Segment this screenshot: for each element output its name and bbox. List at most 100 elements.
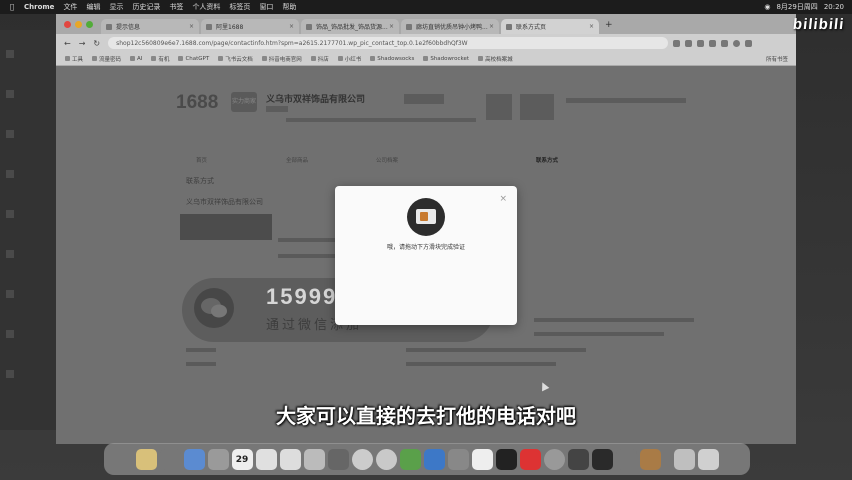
close-window-icon[interactable] xyxy=(64,21,71,28)
extension-icon[interactable] xyxy=(685,39,693,47)
menu-window[interactable]: 窗口 xyxy=(259,2,273,12)
menu-tabs[interactable]: 标签页 xyxy=(229,2,250,12)
reminders-icon[interactable] xyxy=(255,448,277,470)
tab-1[interactable]: 提示信息 × xyxy=(101,19,199,34)
wechat-dock-icon[interactable] xyxy=(399,448,421,470)
company-name[interactable]: 义乌市双祥饰品有限公司 xyxy=(266,92,365,105)
bookmark-item[interactable]: 有机 xyxy=(151,55,169,63)
app-icon[interactable] xyxy=(615,448,637,470)
more-menu-icon[interactable] xyxy=(745,39,753,47)
zoom-window-icon[interactable] xyxy=(86,21,93,28)
bookmark-item[interactable]: 流量密码 xyxy=(92,55,121,63)
desktop-icon[interactable] xyxy=(6,210,14,218)
profile-avatar-icon[interactable] xyxy=(733,39,741,47)
close-tab-icon[interactable]: × xyxy=(489,23,494,30)
extension-icon[interactable] xyxy=(697,39,705,47)
minimize-window-icon[interactable] xyxy=(75,21,82,28)
address-bar[interactable]: shop12c560809e6e7.1688.com/page/contacti… xyxy=(108,37,669,49)
star-icon[interactable] xyxy=(673,39,681,47)
desktop-icon[interactable] xyxy=(6,50,14,58)
capcut-icon[interactable] xyxy=(591,448,613,470)
chrome-icon[interactable] xyxy=(375,448,397,470)
product-thumb[interactable] xyxy=(520,94,554,120)
app-icon[interactable] xyxy=(495,448,517,470)
back-icon[interactable]: ← xyxy=(64,39,71,48)
desktop-icon[interactable] xyxy=(6,90,14,98)
extension-icon[interactable] xyxy=(721,39,729,47)
forward-icon[interactable]: → xyxy=(79,39,86,48)
menubar-date[interactable]: 8月29日周四 xyxy=(776,2,817,12)
tab-2[interactable]: 阿里1688 × xyxy=(201,19,299,34)
app-icon[interactable] xyxy=(471,448,493,470)
nav-company-profile[interactable]: 公司档案 xyxy=(376,156,398,164)
desktop-icon[interactable] xyxy=(6,250,14,258)
bookmark-item[interactable]: 工具 xyxy=(65,55,83,63)
nav-all-products[interactable]: 全部商品 xyxy=(286,156,308,164)
feishu-icon[interactable] xyxy=(423,448,445,470)
notes-icon[interactable] xyxy=(279,448,301,470)
bookmark-item[interactable]: 飞书云文档 xyxy=(218,55,253,63)
desktop-icon[interactable] xyxy=(6,330,14,338)
bookmark-item[interactable]: 高校档案城 xyxy=(478,55,513,63)
bookmark-item[interactable]: 小红书 xyxy=(337,55,361,63)
downloads-icon[interactable] xyxy=(673,448,695,470)
close-tab-icon[interactable]: × xyxy=(289,23,294,30)
product-thumb[interactable] xyxy=(486,94,512,120)
tab-3[interactable]: 饰品_饰品批发_饰品货源... × xyxy=(301,19,399,34)
tab-label: 阿里1688 xyxy=(216,24,244,31)
app-icon[interactable] xyxy=(567,448,589,470)
launchpad-icon[interactable] xyxy=(159,448,181,470)
desktop-icon[interactable] xyxy=(6,170,14,178)
finder-icon[interactable] xyxy=(135,448,157,470)
bookmark-label: 抖音电商官网 xyxy=(268,56,302,63)
clock-icon[interactable] xyxy=(351,448,373,470)
bookmark-item[interactable]: ChatGPT xyxy=(178,56,209,62)
menu-file[interactable]: 文件 xyxy=(63,2,77,12)
trash-icon[interactable] xyxy=(697,448,719,470)
close-tab-icon[interactable]: × xyxy=(389,23,394,30)
mail-icon[interactable] xyxy=(207,448,229,470)
tab-5-active[interactable]: 联系方式页 × xyxy=(501,19,599,34)
bookmark-item[interactable]: 抖音电商官网 xyxy=(261,55,302,63)
wifi-icon[interactable]: ◉ xyxy=(764,3,770,11)
bookmark-item[interactable]: Shadowrocket xyxy=(423,56,469,62)
new-tab-icon[interactable]: + xyxy=(605,20,613,30)
nav-contact[interactable]: 联系方式 xyxy=(536,156,558,164)
settings-icon[interactable] xyxy=(447,448,469,470)
close-tab-icon[interactable]: × xyxy=(189,23,194,30)
reload-icon[interactable]: ↻ xyxy=(93,39,100,48)
close-tab-icon[interactable]: × xyxy=(589,23,594,30)
freeform-icon[interactable] xyxy=(303,448,325,470)
desktop-icon[interactable] xyxy=(6,130,14,138)
bookmark-item[interactable]: Shadowsocks xyxy=(370,56,414,62)
extension-icon[interactable] xyxy=(709,39,717,47)
menu-edit[interactable]: 编辑 xyxy=(86,2,100,12)
music-icon[interactable] xyxy=(327,448,349,470)
menubar-time[interactable]: 20:20 xyxy=(824,3,844,11)
menu-view[interactable]: 显示 xyxy=(109,2,123,12)
bookmark-item[interactable]: AI xyxy=(130,56,142,62)
tab-bar: 提示信息 × 阿里1688 × 饰品_饰品批发_饰品货源... × 廊坊直销优质吊钟小… xyxy=(56,14,796,34)
menu-profiles[interactable]: 个人资料 xyxy=(192,2,220,12)
tab-4[interactable]: 廊坊直销优质吊钟小烤鸭... × xyxy=(401,19,499,34)
apple-icon[interactable]:  xyxy=(8,3,16,11)
wps-icon[interactable] xyxy=(519,448,541,470)
desktop-icon[interactable] xyxy=(6,290,14,298)
site-logo[interactable]: 1688 xyxy=(176,92,218,114)
menu-bookmarks[interactable]: 书签 xyxy=(169,2,183,12)
safari-icon[interactable] xyxy=(183,448,205,470)
app-icon[interactable] xyxy=(543,448,565,470)
menu-help[interactable]: 帮助 xyxy=(282,2,296,12)
folder-icon xyxy=(218,56,224,61)
folder-icon xyxy=(92,56,98,61)
tab-favicon-icon xyxy=(206,23,212,30)
nav-home[interactable]: 首页 xyxy=(196,156,207,164)
app-icon[interactable] xyxy=(639,448,661,470)
desktop-icon[interactable] xyxy=(6,370,14,378)
close-icon[interactable]: × xyxy=(499,194,507,204)
calendar-icon[interactable]: 29 xyxy=(231,448,253,470)
all-bookmarks[interactable]: 所有书签 xyxy=(766,55,788,63)
menubar-app-name[interactable]: Chrome xyxy=(24,3,54,11)
bookmark-item[interactable]: 抖店 xyxy=(310,55,329,63)
menu-history[interactable]: 历史记录 xyxy=(132,2,160,12)
